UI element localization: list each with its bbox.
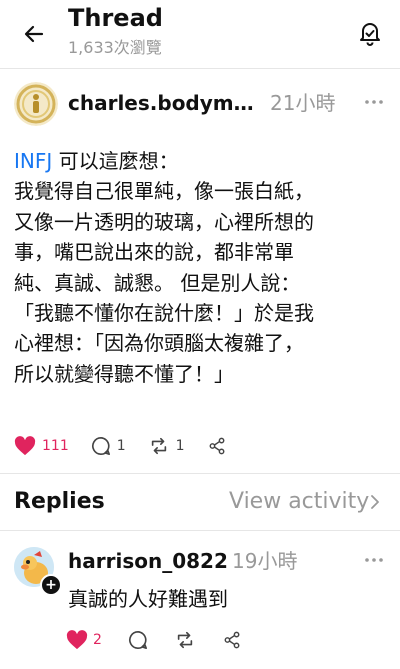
repost-button[interactable]: 1 bbox=[148, 436, 185, 456]
chevron-right-icon bbox=[371, 495, 380, 509]
avatar[interactable] bbox=[14, 82, 58, 126]
like-count: 111 bbox=[42, 438, 69, 454]
reply-actions: 2 bbox=[66, 629, 268, 651]
back-arrow-icon[interactable] bbox=[22, 22, 46, 46]
post-line: 又像一片透明的玻璃，心裡所想的 bbox=[14, 209, 314, 234]
post-body: INFJ 可以這麼想： 我覺得自己很單純，像一張白紙， 又像一片透明的玻璃，心裡… bbox=[14, 146, 386, 389]
post-divider bbox=[0, 473, 400, 474]
post-line: 「我聽不懂你在說什麼！」於是我 bbox=[14, 301, 314, 326]
comment-count: 1 bbox=[116, 438, 126, 454]
comment-bubble-icon bbox=[128, 631, 147, 649]
post-time: 21小時 bbox=[270, 91, 336, 115]
post-line: 純、真誠、誠懇。 但是別人說： bbox=[14, 270, 301, 295]
share-icon bbox=[224, 631, 240, 649]
view-activity-label: View activity bbox=[229, 489, 370, 514]
repost-icon bbox=[151, 437, 166, 455]
like-button[interactable]: 111 bbox=[14, 436, 69, 456]
follow-plus-icon[interactable]: + bbox=[40, 574, 62, 596]
post-line: 我覺得自己很單純，像一張白紙， bbox=[14, 179, 314, 204]
replies-heading: Replies bbox=[14, 489, 105, 514]
reply-repost-button[interactable] bbox=[174, 630, 196, 650]
more-options-icon[interactable] bbox=[362, 550, 386, 570]
heart-filled-icon bbox=[14, 436, 36, 456]
view-activity-link[interactable]: View activity bbox=[229, 488, 381, 516]
post-line: 可以這麼想： bbox=[52, 149, 179, 173]
notification-bell-icon[interactable] bbox=[357, 20, 383, 46]
repost-count: 1 bbox=[175, 438, 185, 454]
comment-bubble-icon bbox=[91, 437, 110, 455]
replies-divider bbox=[0, 530, 400, 531]
reply-share-button[interactable] bbox=[222, 630, 242, 650]
post-line: 所以就變得聽不懂了！」 bbox=[14, 361, 234, 386]
reply-like-count: 2 bbox=[93, 632, 102, 648]
repost-icon bbox=[177, 631, 193, 649]
reply-text: 真誠的人好難遇到 bbox=[68, 587, 228, 611]
reply-comment-button[interactable] bbox=[128, 630, 148, 650]
header-divider bbox=[0, 68, 400, 69]
reply-like-button[interactable]: 2 bbox=[66, 630, 102, 650]
share-button[interactable] bbox=[207, 436, 233, 456]
post-line: 事，嘴巴說出來的說，都非常單 bbox=[14, 240, 294, 265]
more-options-icon[interactable] bbox=[362, 92, 386, 112]
post-username[interactable]: charles.bodymi... bbox=[68, 90, 258, 116]
post-line: 心裡想：「因為你頭腦太複雜了， bbox=[14, 331, 304, 356]
page-title: Thread bbox=[68, 4, 163, 32]
share-icon bbox=[209, 437, 225, 455]
view-count: 1,633次瀏覽 bbox=[68, 38, 162, 57]
post-actions: 111 1 1 bbox=[14, 434, 255, 458]
reply-username[interactable]: harrison_0822 bbox=[68, 548, 228, 574]
comment-button[interactable]: 1 bbox=[91, 436, 126, 456]
topic-tag[interactable]: INFJ bbox=[14, 149, 52, 173]
reply-time: 19小時 bbox=[232, 549, 298, 573]
heart-filled-icon bbox=[66, 630, 88, 650]
